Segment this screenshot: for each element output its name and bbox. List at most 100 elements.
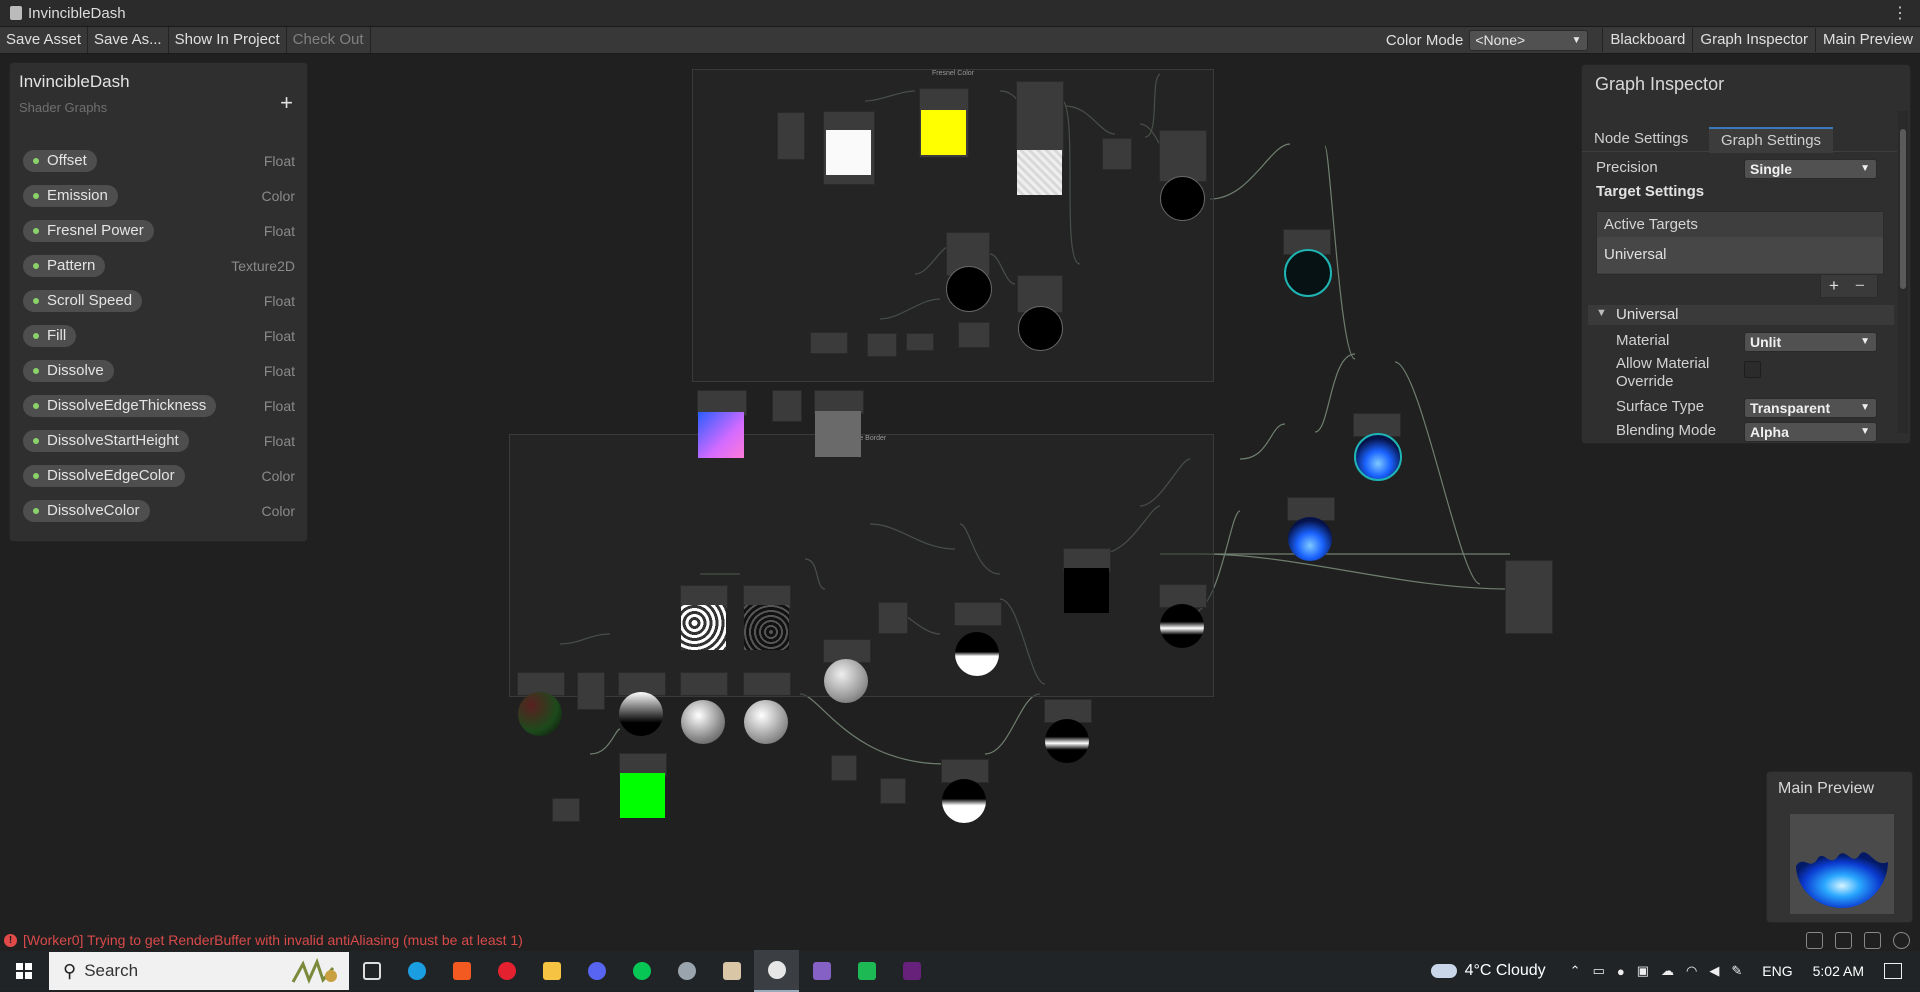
tab-node-settings[interactable]: Node Settings: [1582, 127, 1700, 151]
color-mode-dropdown[interactable]: <None> ▼: [1469, 29, 1589, 51]
visual-studio-icon-2[interactable]: [889, 951, 934, 991]
language-indicator[interactable]: ENG: [1762, 963, 1792, 979]
property-pill[interactable]: DissolveEdgeThickness: [23, 395, 217, 417]
opera-browser-icon[interactable]: [484, 951, 529, 991]
taskbar-search[interactable]: ⚲ Search: [49, 952, 349, 990]
line-app-icon[interactable]: [619, 951, 664, 991]
image-app-icon[interactable]: [709, 951, 754, 991]
progress-icon[interactable]: [1893, 932, 1910, 949]
visual-studio-icon[interactable]: [799, 951, 844, 991]
graph-node[interactable]: [743, 672, 791, 696]
cache-icon[interactable]: [1864, 932, 1881, 949]
graph-node[interactable]: [880, 778, 906, 804]
property-row[interactable]: Scroll Speed Float: [23, 285, 301, 320]
remove-target-button[interactable]: −: [1855, 276, 1865, 296]
graph-node[interactable]: [831, 755, 857, 781]
more-options-icon[interactable]: ⋮: [1892, 3, 1908, 23]
property-row[interactable]: Offset Float: [23, 145, 301, 180]
property-pill[interactable]: Fill: [23, 325, 77, 347]
graph-node[interactable]: [867, 333, 897, 357]
wifi-icon[interactable]: ◠: [1686, 963, 1697, 979]
add-target-button[interactable]: +: [1829, 276, 1839, 296]
graph-node[interactable]: [906, 333, 934, 351]
property-pill[interactable]: Fresnel Power: [23, 220, 154, 242]
precision-dropdown[interactable]: Single ▼: [1744, 159, 1877, 179]
notification-icon[interactable]: [1884, 963, 1902, 979]
material-dropdown[interactable]: Unlit ▼: [1744, 332, 1877, 352]
property-pill[interactable]: DissolveEdgeColor: [23, 465, 185, 487]
property-pill[interactable]: Dissolve: [23, 360, 114, 382]
graph-node[interactable]: [772, 390, 802, 422]
discord-icon[interactable]: [574, 951, 619, 991]
property-row[interactable]: Emission Color: [23, 180, 301, 215]
property-pill[interactable]: DissolveStartHeight: [23, 430, 189, 452]
save-asset-button[interactable]: Save Asset: [0, 27, 89, 53]
graph-node[interactable]: [954, 602, 1002, 626]
layers-icon[interactable]: [1835, 932, 1852, 949]
main-preview-viewport[interactable]: [1790, 814, 1894, 914]
title-bar: InvincibleDash ⋮: [0, 0, 1920, 27]
file-explorer-icon[interactable]: [529, 951, 574, 991]
scrollbar-thumb[interactable]: [1900, 129, 1906, 289]
surface-type-label: Surface Type: [1616, 398, 1705, 415]
edge-browser-icon[interactable]: [394, 951, 439, 991]
chevron-up-icon[interactable]: ⌃: [1570, 963, 1581, 979]
phone-app-icon[interactable]: [844, 951, 889, 991]
graph-node[interactable]: [810, 332, 848, 354]
save-as-button[interactable]: Save As...: [88, 27, 169, 53]
property-type: Float: [263, 433, 295, 449]
task-view-icon[interactable]: [349, 951, 394, 991]
clock[interactable]: 5:02 AM: [1813, 963, 1864, 979]
property-row[interactable]: DissolveStartHeight Float: [23, 425, 301, 460]
graph-node[interactable]: [958, 322, 990, 348]
surface-type-dropdown[interactable]: Transparent ▼: [1744, 398, 1877, 418]
graph-node[interactable]: [1102, 138, 1132, 170]
unity-app-icon[interactable]: [754, 950, 799, 992]
show-in-project-button[interactable]: Show In Project: [169, 27, 287, 53]
universal-foldout[interactable]: ▼ Universal: [1588, 305, 1894, 325]
allow-override-checkbox[interactable]: [1744, 361, 1761, 378]
property-row[interactable]: Dissolve Float: [23, 355, 301, 390]
target-item-universal[interactable]: Universal: [1597, 237, 1883, 273]
property-pill[interactable]: Offset: [23, 150, 97, 172]
onedrive-icon[interactable]: ☁: [1661, 963, 1674, 979]
start-button[interactable]: [0, 951, 48, 991]
graph-node[interactable]: [552, 798, 580, 822]
tab-graph-settings[interactable]: Graph Settings: [1709, 127, 1834, 153]
graph-node[interactable]: [1159, 130, 1207, 182]
weather-widget[interactable]: 4°C Cloudy: [1430, 962, 1546, 980]
inspector-scrollbar[interactable]: [1898, 111, 1908, 433]
property-pill[interactable]: DissolveColor: [23, 500, 150, 522]
property-row[interactable]: DissolveEdgeThickness Float: [23, 390, 301, 425]
monitor-icon[interactable]: ▣: [1637, 963, 1649, 979]
graph-node[interactable]: [577, 672, 605, 710]
property-row[interactable]: DissolveColor Color: [23, 495, 301, 530]
add-property-button[interactable]: +: [280, 90, 293, 116]
property-pill[interactable]: Pattern: [23, 255, 106, 277]
graph-node[interactable]: [878, 602, 908, 634]
blending-mode-dropdown[interactable]: Alpha ▼: [1744, 422, 1877, 442]
property-pill[interactable]: Scroll Speed: [23, 290, 143, 312]
main-preview-toggle[interactable]: Main Preview: [1814, 28, 1920, 52]
blackboard-toggle[interactable]: Blackboard: [1602, 28, 1693, 52]
brave-browser-icon[interactable]: [439, 951, 484, 991]
graph-inspector-toggle[interactable]: Graph Inspector: [1692, 28, 1815, 52]
debug-icon[interactable]: [1806, 932, 1823, 949]
graph-node[interactable]: [1016, 81, 1064, 157]
volume-icon[interactable]: ◀: [1709, 963, 1719, 979]
pen-icon[interactable]: ✎: [1731, 963, 1742, 979]
node-preview-black: [946, 266, 992, 312]
property-row[interactable]: DissolveEdgeColor Color: [23, 460, 301, 495]
property-row[interactable]: Fresnel Power Float: [23, 215, 301, 250]
console-status-bar[interactable]: ! [Worker0] Trying to get RenderBuffer w…: [0, 930, 1920, 950]
property-pill[interactable]: Emission: [23, 185, 118, 207]
property-row[interactable]: Fill Float: [23, 320, 301, 355]
microphone-icon[interactable]: ●: [1617, 964, 1625, 979]
browser-app-icon[interactable]: [664, 951, 709, 991]
graph-node[interactable]: [680, 672, 728, 696]
windows-logo-icon: [16, 963, 32, 979]
graph-node[interactable]: [777, 112, 805, 160]
battery-icon[interactable]: ▭: [1593, 963, 1605, 979]
property-row[interactable]: Pattern Texture2D: [23, 250, 301, 285]
master-stack-node[interactable]: [1505, 560, 1553, 634]
